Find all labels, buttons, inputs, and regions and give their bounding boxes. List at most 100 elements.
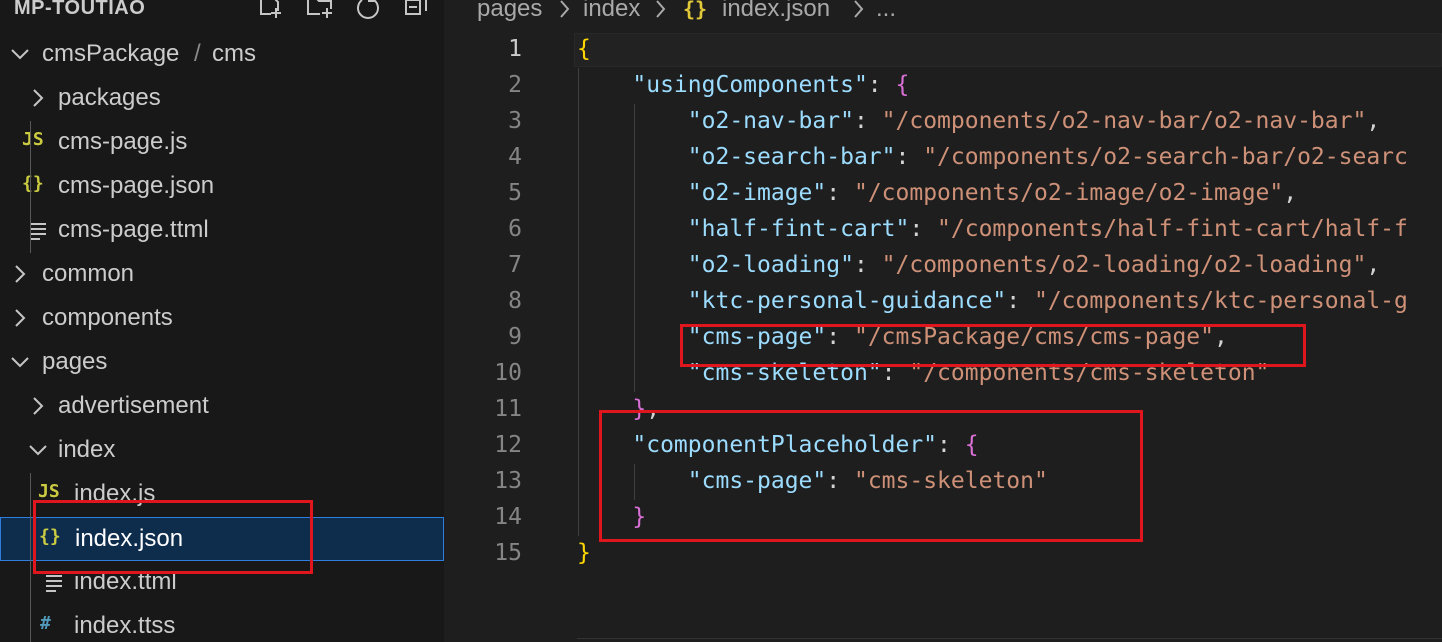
chevron-right-icon[interactable] xyxy=(10,264,30,284)
code-token: "usingComponents" xyxy=(632,72,868,98)
code-text: { xyxy=(577,36,591,62)
tree-folder-pages[interactable]: pages xyxy=(0,341,444,385)
code-token: "o2-image" xyxy=(687,180,827,206)
code-token: : xyxy=(1006,288,1034,314)
highlight-box-index-json xyxy=(33,500,313,574)
collapse-all-icon[interactable] xyxy=(402,0,430,22)
code-token: "/components/o2-loading/o2-loading" xyxy=(881,252,1367,278)
code-token: { xyxy=(577,36,591,62)
tree-folder-index[interactable]: index xyxy=(0,429,444,473)
workspace-title: MP-TOUTIAO xyxy=(14,0,146,19)
tree-item-label: cms-page.json xyxy=(58,172,215,199)
json-file-icon: {} xyxy=(22,173,44,194)
code-line[interactable]: 1{ xyxy=(444,32,1442,68)
tree-folder-cmspackage[interactable]: cmsPackage / cms xyxy=(0,33,444,77)
tree-folder-advertisement[interactable]: advertisement xyxy=(0,385,444,429)
code-text: "o2-image": "/components/o2-image/o2-ima… xyxy=(577,180,1297,206)
chevron-right-icon xyxy=(560,0,570,18)
code-token: "o2-nav-bar" xyxy=(687,108,854,134)
chevron-down-icon[interactable] xyxy=(28,440,48,460)
code-line[interactable]: 7 "o2-loading": "/components/o2-loading/… xyxy=(444,248,1442,284)
tree-file-cms-page-json[interactable]: {} cms-page.json xyxy=(0,165,444,209)
tree-item-label: packages xyxy=(58,84,161,111)
tree-item-label: cms xyxy=(212,40,256,67)
tree-file-index-ttss[interactable]: # index.ttss xyxy=(0,605,444,642)
line-number: 6 xyxy=(508,216,522,242)
line-number: 4 xyxy=(508,144,522,170)
code-token: "/components/o2-nav-bar/o2-nav-bar" xyxy=(881,108,1367,134)
text-file-icon xyxy=(30,223,46,240)
tree-folder-components[interactable]: components xyxy=(0,297,444,341)
code-token: : xyxy=(895,144,924,170)
chevron-right-icon[interactable] xyxy=(28,396,48,416)
line-number: 9 xyxy=(508,324,522,350)
ttss-file-icon: # xyxy=(40,613,51,634)
code-line[interactable]: 3 "o2-nav-bar": "/components/o2-nav-bar/… xyxy=(444,104,1442,140)
line-number: 5 xyxy=(508,180,522,206)
code-token: , xyxy=(1366,108,1381,134)
editor-pane[interactable]: pages index {} index.json ... 1{2 "using… xyxy=(444,0,1442,642)
code-token: "o2-loading" xyxy=(687,252,854,278)
highlight-box-cms-page xyxy=(680,324,1306,367)
chevron-right-icon xyxy=(854,0,864,18)
code-line[interactable]: 4 "o2-search-bar": "/components/o2-searc… xyxy=(444,140,1442,176)
code-line[interactable]: 6 "half-fint-cart": "/components/half-fi… xyxy=(444,212,1442,248)
breadcrumb-index[interactable]: index xyxy=(583,0,640,23)
code-text: "ktc-personal-guidance": "/components/kt… xyxy=(577,288,1408,314)
breadcrumb-pages[interactable]: pages xyxy=(477,0,542,23)
line-number: 10 xyxy=(494,360,522,386)
new-folder-icon[interactable] xyxy=(306,0,334,22)
code-token: { xyxy=(895,72,910,98)
divider xyxy=(577,638,1442,639)
code-text: "half-fint-cart": "/components/half-fint… xyxy=(577,216,1408,242)
code-text: "o2-search-bar": "/components/o2-search-… xyxy=(577,144,1408,170)
tree-folder-common[interactable]: common xyxy=(0,253,444,297)
tree-item-label: pages xyxy=(42,348,108,375)
code-token: : xyxy=(853,252,882,278)
code-token: } xyxy=(577,540,591,566)
code-token: , xyxy=(1283,180,1298,206)
breadcrumb-index-json[interactable]: index.json xyxy=(722,0,830,23)
code-token: "o2-search-bar" xyxy=(687,144,896,170)
chevron-right-icon[interactable] xyxy=(28,88,48,108)
tree-item-label: components xyxy=(42,304,173,331)
refresh-icon[interactable] xyxy=(354,0,382,22)
explorer-header: MP-TOUTIAO xyxy=(0,0,444,26)
code-text: "o2-loading": "/components/o2-loading/o2… xyxy=(577,252,1380,278)
code-text: "usingComponents": { xyxy=(577,72,909,98)
path-separator: / xyxy=(194,40,201,67)
new-file-icon[interactable] xyxy=(256,0,284,22)
code-line[interactable]: 2 "usingComponents": { xyxy=(444,68,1442,104)
js-file-icon: JS xyxy=(22,129,44,150)
code-token: : xyxy=(867,72,896,98)
tree-folder-packages[interactable]: packages xyxy=(0,77,444,121)
tree-file-cms-page-js[interactable]: JS cms-page.js xyxy=(0,121,444,165)
chevron-down-icon[interactable] xyxy=(10,352,30,372)
line-number: 1 xyxy=(508,36,522,62)
highlight-box-component-placeholder xyxy=(599,410,1143,542)
breadcrumb-more[interactable]: ... xyxy=(876,0,896,23)
chevron-right-icon[interactable] xyxy=(10,308,30,328)
tree-indent-guide xyxy=(30,121,31,253)
json-file-icon: {} xyxy=(683,0,708,21)
tree-file-cms-page-ttml[interactable]: cms-page.ttml xyxy=(0,209,444,253)
code-text: } xyxy=(577,540,591,566)
chevron-down-icon[interactable] xyxy=(10,44,30,64)
tree-item-label: index xyxy=(58,436,116,463)
line-number: 7 xyxy=(508,252,522,278)
code-line[interactable]: 8 "ktc-personal-guidance": "/components/… xyxy=(444,284,1442,320)
line-number: 13 xyxy=(494,468,522,494)
tree-item-label: advertisement xyxy=(58,392,209,419)
line-number: 14 xyxy=(494,504,522,530)
code-line[interactable]: 5 "o2-image": "/components/o2-image/o2-i… xyxy=(444,176,1442,212)
code-token: "ktc-personal-guidance" xyxy=(687,288,1007,314)
breadcrumb: pages index {} index.json ... xyxy=(444,0,1442,26)
code-text: "o2-nav-bar": "/components/o2-nav-bar/o2… xyxy=(577,108,1380,134)
code-token: "/components/ktc-personal-g xyxy=(1033,288,1408,314)
